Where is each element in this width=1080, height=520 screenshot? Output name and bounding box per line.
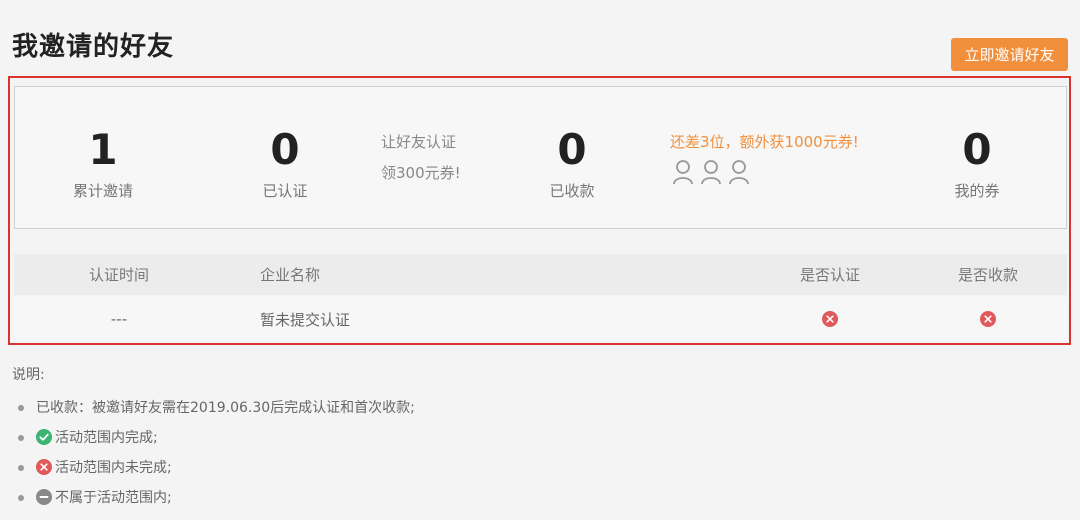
notes-title: 说明: xyxy=(12,367,45,383)
note-item: 活动范围内完成; xyxy=(12,422,415,452)
note-text: 活动范围内未完成; xyxy=(55,460,172,476)
highlight-frame xyxy=(8,76,1071,345)
check-circle-icon xyxy=(36,429,52,445)
note-item: 已收款：被邀请好友需在2019.06.30后完成认证和首次收款; xyxy=(12,392,415,422)
note-text: 活动范围内完成; xyxy=(55,430,158,446)
bullet-dot xyxy=(18,465,24,471)
note-item: 活动范围内未完成; xyxy=(12,452,415,482)
invite-friends-button[interactable]: 立即邀请好友 xyxy=(951,38,1068,71)
x-circle-icon xyxy=(36,459,52,475)
note-item: 不属于活动范围内; xyxy=(12,482,415,512)
page-title: 我邀请的好友 xyxy=(12,32,175,62)
minus-circle-icon xyxy=(36,489,52,505)
bullet-dot xyxy=(18,405,24,411)
bullet-dot xyxy=(18,495,24,501)
notes-section: 说明: 已收款：被邀请好友需在2019.06.30后完成认证和首次收款; 活动范… xyxy=(12,364,415,512)
bullet-dot xyxy=(18,435,24,441)
note-text: 不属于活动范围内; xyxy=(55,490,172,506)
note-text: 已收款：被邀请好友需在2019.06.30后完成认证和首次收款; xyxy=(36,400,415,416)
